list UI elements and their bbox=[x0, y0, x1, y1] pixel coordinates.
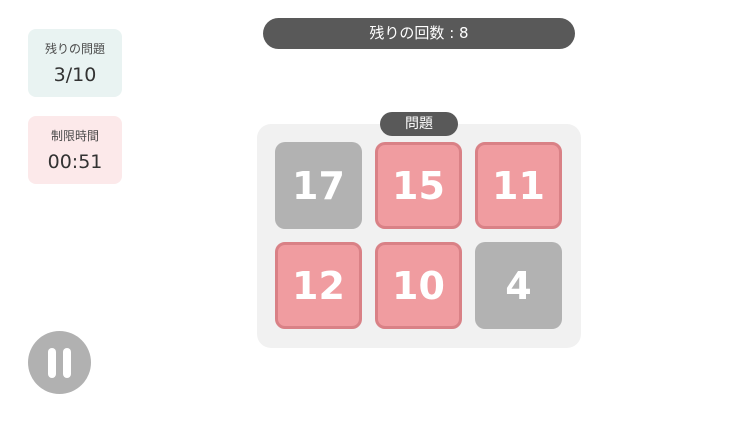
tile-10[interactable]: 10 bbox=[375, 242, 462, 329]
pause-icon bbox=[48, 348, 56, 378]
tile-12[interactable]: 12 bbox=[275, 242, 362, 329]
time-limit-value: 00:51 bbox=[47, 151, 103, 173]
time-limit-label: 制限時間 bbox=[50, 129, 99, 143]
tile-11[interactable]: 11 bbox=[475, 142, 562, 229]
problem-tag: 問題 bbox=[380, 112, 458, 136]
pause-icon-bar bbox=[63, 348, 71, 378]
time-limit-card: 制限時間 00:51 bbox=[28, 116, 122, 184]
pause-button[interactable] bbox=[28, 331, 91, 394]
tile-17[interactable]: 17 bbox=[275, 142, 362, 229]
problem-board: 17 15 11 12 10 4 bbox=[257, 124, 581, 348]
tile-15[interactable]: 15 bbox=[375, 142, 462, 229]
remaining-attempts-bar: 残りの回数 : 8 bbox=[263, 18, 575, 49]
tile-4[interactable]: 4 bbox=[475, 242, 562, 329]
remaining-problems-value: 3/10 bbox=[53, 64, 97, 86]
remaining-problems-card: 残りの問題 3/10 bbox=[28, 29, 122, 97]
remaining-problems-label: 残りの問題 bbox=[44, 42, 105, 56]
